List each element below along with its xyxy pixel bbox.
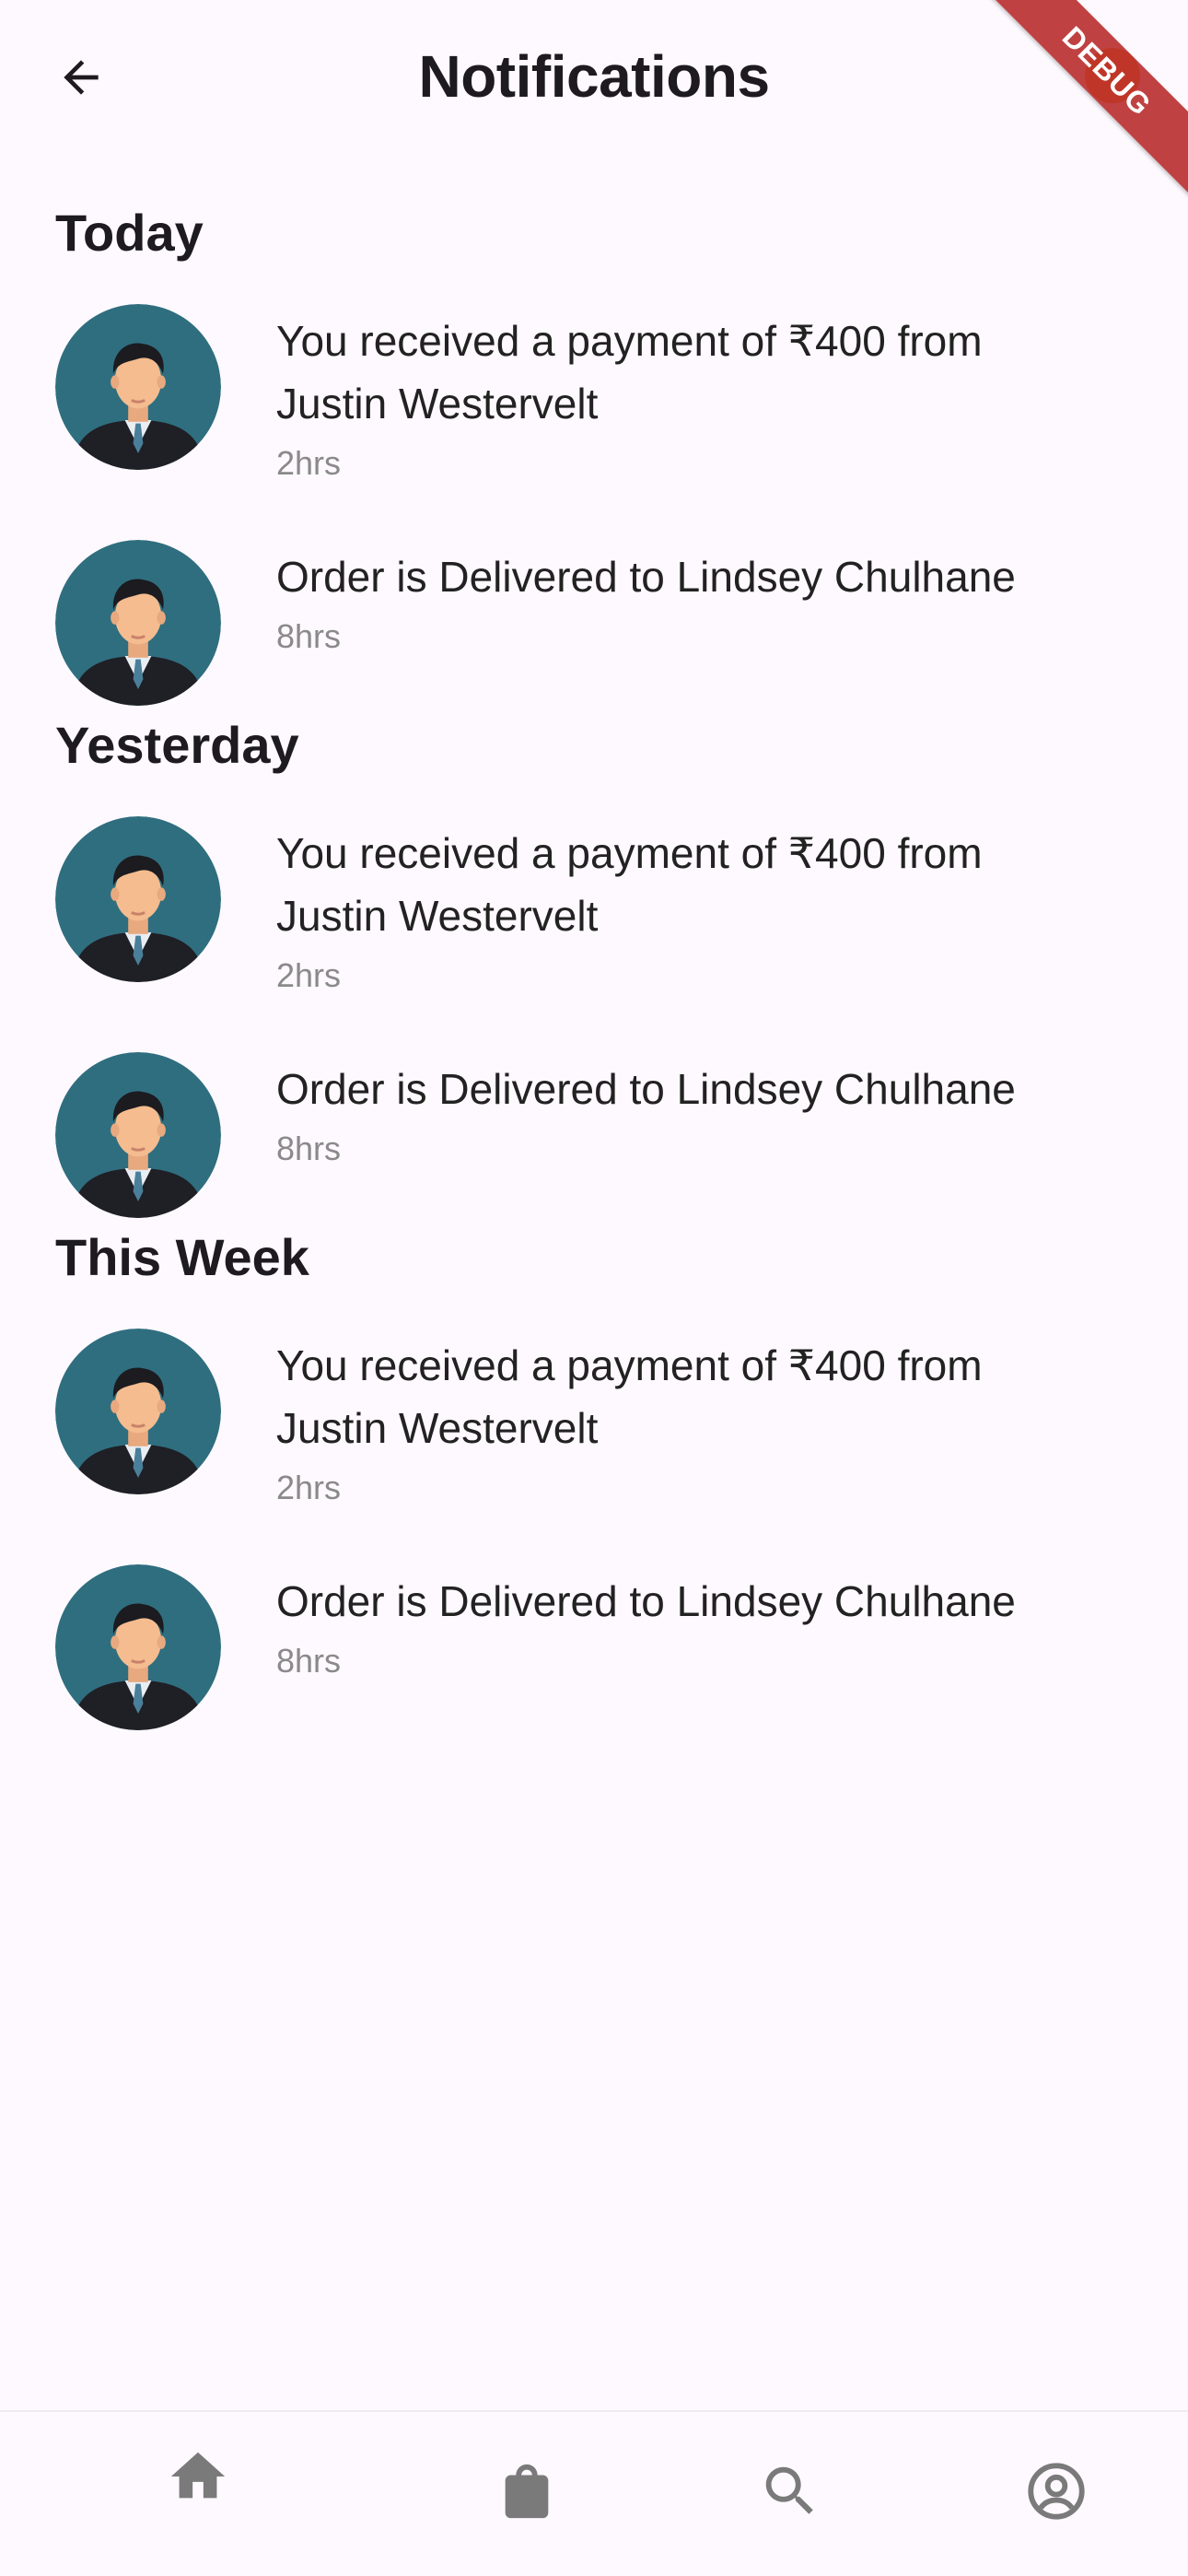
- home-icon: [170, 2452, 226, 2499]
- notification-time: 2hrs: [276, 444, 342, 482]
- nav-shop[interactable]: [481, 2445, 573, 2537]
- notification-item[interactable]: Order is Delivered to Lindsey Chulhane 8…: [0, 1043, 1188, 1227]
- avatar: [55, 540, 221, 706]
- nav-search[interactable]: [744, 2445, 836, 2537]
- notification-message: You received a payment of ₹400 from Just…: [276, 1341, 983, 1452]
- notification-message: Order is Delivered to Lindsey Chulhane: [276, 1065, 1016, 1113]
- section-header-this-week: This Week: [55, 1228, 309, 1286]
- notification-list: Today You received a payment of ₹400 fro…: [0, 203, 1188, 1739]
- notification-message: Order is Delivered to Lindsey Chulhane: [276, 553, 1016, 601]
- notification-item[interactable]: You received a payment of ₹400 from Just…: [0, 295, 1188, 531]
- notification-item[interactable]: Order is Delivered to Lindsey Chulhane 8…: [0, 531, 1188, 715]
- search-icon: [765, 2466, 813, 2514]
- notification-message: You received a payment of ₹400 from Just…: [276, 829, 983, 940]
- account-circle-icon: [1028, 2463, 1085, 2520]
- avatar: [55, 1564, 221, 1730]
- nav-home[interactable]: [152, 2430, 244, 2523]
- avatar: [55, 1052, 221, 1218]
- notification-item[interactable]: Order is Delivered to Lindsey Chulhane 8…: [0, 1555, 1188, 1739]
- notification-time: 8hrs: [276, 1642, 342, 1680]
- avatar: [55, 304, 221, 470]
- notification-time: 8hrs: [276, 617, 342, 655]
- section-header-yesterday: Yesterday: [55, 716, 299, 774]
- notification-time: 2hrs: [276, 956, 342, 994]
- section-header-today: Today: [55, 204, 204, 262]
- debug-banner: DEBUG: [956, 0, 1188, 222]
- notification-item[interactable]: You received a payment of ₹400 from Just…: [0, 807, 1188, 1043]
- app-bar: Notifications DEBUG: [0, 0, 1188, 222]
- notification-time: 8hrs: [276, 1130, 342, 1167]
- notification-message: Order is Delivered to Lindsey Chulhane: [276, 1577, 1016, 1625]
- shopping-bag-icon: [505, 2464, 549, 2519]
- page-title: Notifications: [418, 43, 770, 110]
- notification-time: 2hrs: [276, 1469, 342, 1506]
- notification-item[interactable]: You received a payment of ₹400 from Just…: [0, 1319, 1188, 1555]
- nav-profile[interactable]: [1010, 2445, 1102, 2537]
- notifications-screen: Notifications DEBUG Today You received a…: [0, 0, 1188, 2576]
- bottom-navigation: [0, 2410, 1188, 2576]
- avatar: [55, 1329, 221, 1494]
- notification-message: You received a payment of ₹400 from Just…: [276, 317, 983, 427]
- avatar: [55, 816, 221, 982]
